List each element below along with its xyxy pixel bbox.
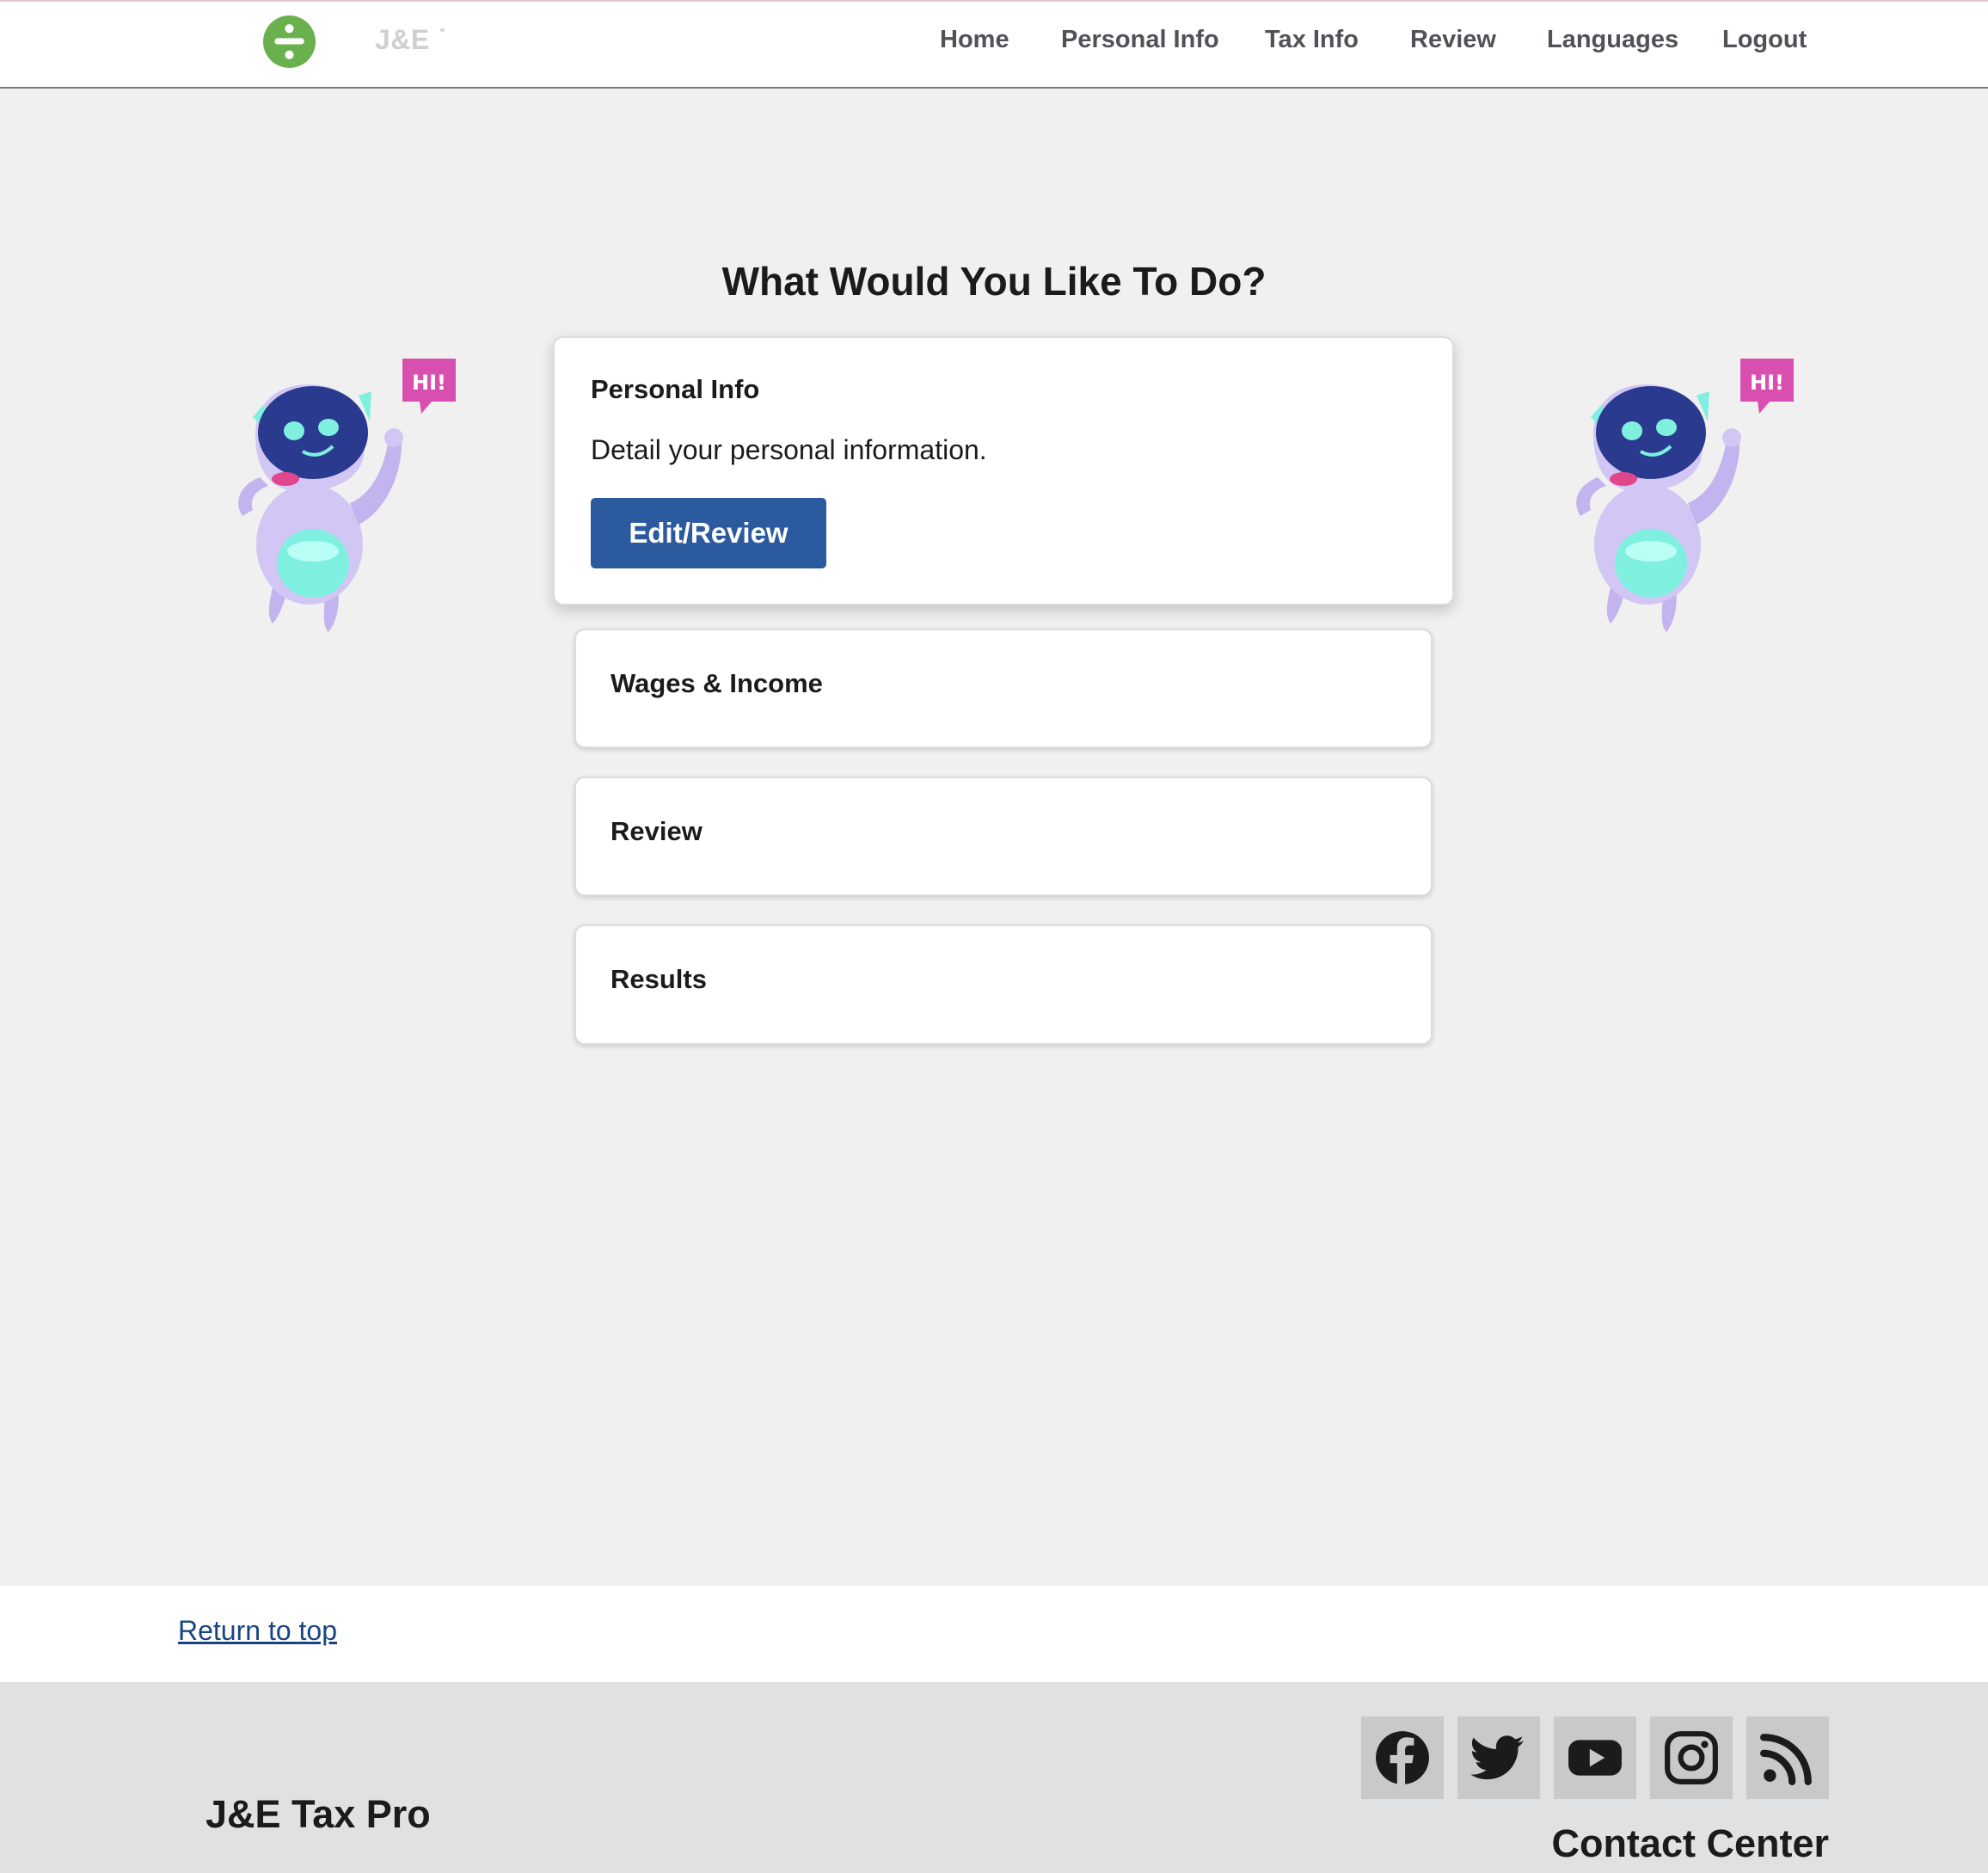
facebook-link[interactable] — [1361, 1716, 1444, 1799]
card-results[interactable]: Results — [574, 924, 1433, 1045]
site-header: J&E ˙ Home Personal Info Tax Info Review… — [0, 0, 1988, 89]
robot-mascot-left: HI! — [238, 359, 456, 632]
twitter-icon — [1470, 1735, 1524, 1780]
page-title: What Would You Like To Do? — [721, 259, 1267, 304]
card-title: Review — [611, 816, 703, 846]
rss-link[interactable] — [1746, 1716, 1829, 1799]
contact-center-title: Contact Center — [1551, 1821, 1829, 1865]
youtube-icon — [1568, 1740, 1622, 1776]
card-personal-info[interactable]: Personal Info Detail your personal infor… — [553, 336, 1454, 605]
nav-languages[interactable]: Languages — [1547, 26, 1678, 54]
nav-logout[interactable]: Logout — [1722, 26, 1807, 54]
nav-review[interactable]: Review — [1410, 26, 1496, 54]
robot-mascot-right: HI! — [1576, 359, 1794, 632]
youtube-link[interactable] — [1554, 1716, 1636, 1799]
nav-tax-info[interactable]: Tax Info — [1265, 26, 1359, 54]
card-title: Results — [611, 964, 707, 994]
speech-bubble-text: HI! — [1750, 371, 1784, 395]
return-to-top-strip: Return to top — [0, 1586, 1988, 1682]
site-footer: J&E Tax Pro Contact Center — [0, 1682, 1988, 1873]
card-title: Personal Info — [591, 374, 760, 404]
nav-personal-info[interactable]: Personal Info — [1061, 26, 1219, 54]
card-title: Wages & Income — [611, 668, 823, 698]
card-wages-income[interactable]: Wages & Income — [574, 629, 1433, 748]
footer-brand: J&E Tax Pro — [206, 1792, 431, 1836]
nav-home[interactable]: Home — [940, 26, 1009, 54]
speech-bubble-text: HI! — [412, 371, 446, 395]
instagram-icon — [1665, 1731, 1718, 1784]
rss-icon — [1760, 1734, 1812, 1785]
return-to-top-link[interactable]: Return to top — [178, 1615, 337, 1647]
instagram-link[interactable] — [1650, 1716, 1733, 1799]
card-review[interactable]: Review — [574, 777, 1433, 896]
facebook-icon — [1376, 1731, 1429, 1784]
edit-review-button[interactable]: Edit/Review — [591, 498, 826, 568]
card-description: Detail your personal information. — [591, 434, 987, 465]
twitter-link[interactable] — [1457, 1716, 1540, 1799]
main-nav: Home Personal Info Tax Info Review Langu… — [0, 26, 1988, 60]
